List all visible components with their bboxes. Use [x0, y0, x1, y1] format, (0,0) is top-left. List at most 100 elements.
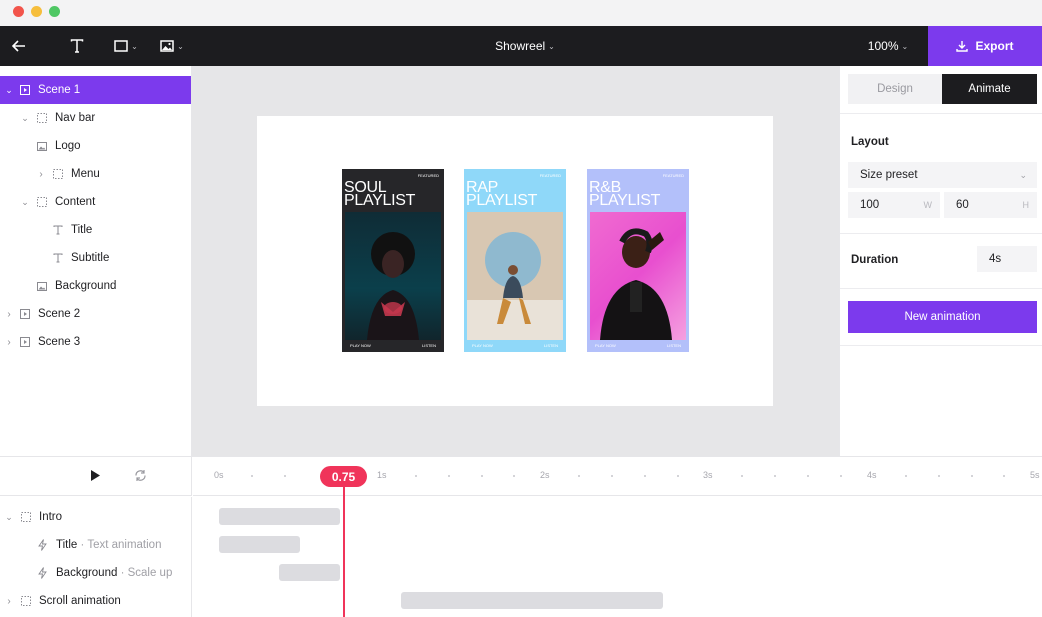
chevron-down-icon: ⌄: [901, 41, 909, 51]
chevron-right-icon[interactable]: ›: [4, 596, 14, 607]
tick-mark: [284, 475, 286, 477]
tick-mark: [840, 475, 842, 477]
scene-icon: [20, 309, 30, 319]
clip-scroll-animation[interactable]: [401, 592, 663, 609]
layer-subtitle[interactable]: Subtitle: [0, 244, 191, 272]
width-value: 100: [860, 199, 880, 211]
layer-logo[interactable]: Logo: [0, 132, 191, 160]
chevron-right-icon[interactable]: ›: [36, 169, 46, 180]
playlist-card-rap[interactable]: FEATURED RAP PLAYLIST PLAY NOW LISTEN: [464, 169, 566, 352]
clip-intro[interactable]: [219, 508, 340, 525]
tab-design[interactable]: Design: [848, 74, 942, 104]
loop-icon: [135, 470, 146, 481]
zoom-dropdown[interactable]: 100% ⌄: [858, 26, 918, 66]
chevron-down-icon[interactable]: ⌄: [20, 113, 30, 124]
clip-title-animation[interactable]: [219, 536, 300, 553]
tick-mark: [513, 475, 515, 477]
chevron-down-icon[interactable]: ⌄: [20, 197, 30, 208]
width-input[interactable]: 100 W: [848, 192, 940, 218]
layer-scene-1[interactable]: ⌄ Scene 1: [0, 76, 191, 104]
playhead-handle[interactable]: 0.75: [320, 466, 367, 487]
card-tag: FEATURED: [539, 173, 561, 178]
portrait-illustration: [600, 228, 672, 340]
track-scroll-animation[interactable]: › Scroll animation: [0, 587, 191, 615]
track-title[interactable]: Title · Text animation: [0, 531, 191, 559]
play-button[interactable]: [90, 469, 101, 485]
chevron-down-icon[interactable]: ⌄: [4, 85, 14, 96]
layer-label: Menu: [71, 168, 100, 180]
track-background[interactable]: Background · Scale up: [0, 559, 191, 587]
bolt-icon: [37, 567, 47, 579]
chevron-down-icon[interactable]: ⌄: [4, 512, 14, 523]
tick-mark: [971, 475, 973, 477]
card-footer-left: PLAY NOW: [350, 343, 371, 348]
card-title: RAP PLAYLIST: [466, 180, 537, 209]
chevron-down-icon: ⌄: [131, 41, 138, 51]
canvas-area[interactable]: FEATURED SOUL PLAYLIST PLAY NOW LISTEN F…: [192, 66, 839, 456]
layer-background[interactable]: Background: [0, 272, 191, 300]
tick-label: 4s: [867, 470, 877, 480]
layer-label: Logo: [55, 140, 81, 152]
new-animation-button[interactable]: New animation: [848, 301, 1037, 333]
divider: [840, 113, 1042, 114]
scene-icon: [20, 337, 30, 347]
portrait-illustration: [467, 212, 563, 340]
document-title-dropdown[interactable]: Showreel ⌄: [470, 26, 580, 66]
tick-mark: [741, 475, 743, 477]
artboard[interactable]: FEATURED SOUL PLAYLIST PLAY NOW LISTEN F…: [257, 116, 773, 406]
tick-label: 1s: [377, 470, 387, 480]
timeline-tracks: ⌄ Intro Title · Text animation Backgroun…: [0, 497, 192, 617]
image-icon: [37, 141, 47, 151]
shape-tool-button[interactable]: ⌄: [110, 26, 142, 66]
minimize-window-button[interactable]: [31, 6, 42, 17]
properties-panel: Design Animate Layout Size preset ⌄ 100 …: [839, 66, 1042, 456]
height-unit: H: [1022, 200, 1030, 210]
image-tool-button[interactable]: ⌄: [156, 26, 188, 66]
back-button[interactable]: [8, 26, 30, 66]
size-preset-select[interactable]: Size preset ⌄: [848, 162, 1037, 188]
layer-label: Subtitle: [71, 252, 110, 264]
portrait-illustration: [367, 232, 419, 340]
height-input[interactable]: 60 H: [944, 192, 1037, 218]
card-footer-left: PLAY NOW: [472, 343, 493, 348]
zoom-window-button[interactable]: [49, 6, 60, 17]
window-titlebar: [0, 0, 1042, 26]
card-photo: [345, 212, 441, 340]
image-icon: [37, 281, 47, 291]
text-tool-icon: [70, 39, 84, 53]
playhead-line[interactable]: [343, 487, 345, 617]
track-intro[interactable]: ⌄ Intro: [0, 503, 191, 531]
layer-scene-3[interactable]: › Scene 3: [0, 328, 191, 356]
tick-mark: [807, 475, 809, 477]
layer-nav-bar[interactable]: ⌄ Nav bar: [0, 104, 191, 132]
tick-mark: [611, 475, 613, 477]
chevron-right-icon[interactable]: ›: [4, 309, 14, 320]
layer-title[interactable]: Title: [0, 216, 191, 244]
timeline: 0s 1s 2s 3s 4s 5s ⌄ Intro Title · Text a…: [0, 456, 1042, 617]
timeline-controls: [0, 457, 192, 496]
layer-scene-2[interactable]: › Scene 2: [0, 300, 191, 328]
playlist-card-rnb[interactable]: FEATURED R&B PLAYLIST PLAY NOW LISTEN: [587, 169, 689, 352]
loop-button[interactable]: [134, 469, 147, 485]
chevron-right-icon[interactable]: ›: [4, 337, 14, 348]
layer-menu[interactable]: › Menu: [0, 160, 191, 188]
tab-animate[interactable]: Animate: [942, 74, 1037, 104]
tick-mark: [415, 475, 417, 477]
rectangle-tool-icon: [114, 40, 128, 52]
export-label: Export: [975, 39, 1014, 53]
card-title-line: PLAYLIST: [589, 192, 661, 209]
clip-background-animation[interactable]: [279, 564, 340, 581]
tick-label: 2s: [540, 470, 550, 480]
layer-content[interactable]: ⌄ Content: [0, 188, 191, 216]
playlist-card-soul[interactable]: FEATURED SOUL PLAYLIST PLAY NOW LISTEN: [342, 169, 444, 352]
card-footer-right: LISTEN: [666, 343, 681, 348]
text-tool-button[interactable]: [66, 26, 88, 66]
tick-mark: [578, 475, 580, 477]
layer-label: Scene 3: [38, 336, 81, 348]
duration-input[interactable]: 4s: [977, 246, 1037, 272]
export-button[interactable]: Export: [928, 26, 1042, 66]
tick-label: 0s: [214, 470, 224, 480]
tick-mark: [938, 475, 940, 477]
tick-mark: [677, 475, 679, 477]
close-window-button[interactable]: [13, 6, 24, 17]
